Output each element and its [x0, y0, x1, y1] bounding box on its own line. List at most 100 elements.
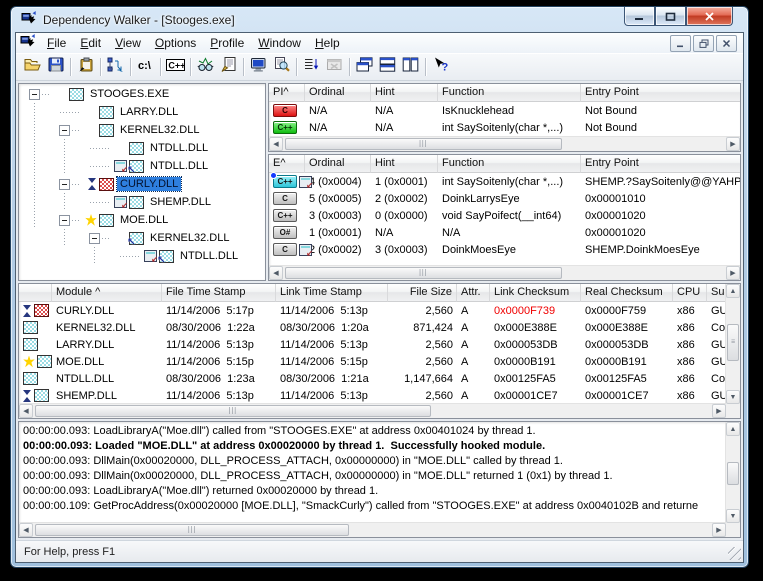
tree-item[interactable]: ↖KERNEL32.DLL	[20, 229, 264, 247]
column-header-module-[interactable]: Module ^	[52, 284, 162, 302]
modules-hscrollbar[interactable]: ◀ ||| ▶	[19, 403, 726, 418]
tree-item[interactable]: SHEMP.DLL	[20, 193, 264, 211]
toolbar-tile-vertical-button[interactable]	[399, 56, 422, 78]
column-header-pi-[interactable]: PI^	[269, 84, 305, 102]
tree-item-label[interactable]: NTDLL.DLL	[147, 141, 211, 155]
scroll-left-arrow[interactable]: ◀	[269, 137, 283, 151]
toolbar-copy-button[interactable]	[74, 56, 97, 78]
menu-item-file[interactable]: File	[40, 34, 73, 52]
tree-item[interactable]: LARRY.DLL	[20, 103, 264, 121]
exports-hscrollbar[interactable]: ◀ ||| ▶	[269, 265, 740, 280]
toolbar-save-button[interactable]	[44, 56, 67, 78]
table-row[interactable]: C2 (0x0002)3 (0x0003)DoinkMoesEyeSHEMP.D…	[269, 241, 740, 258]
scroll-down-arrow[interactable]: ▼	[726, 390, 740, 404]
column-header-ordinal[interactable]: Ordinal	[305, 155, 371, 173]
menu-item-edit[interactable]: Edit	[73, 34, 108, 52]
column-header-attr-[interactable]: Attr.	[457, 284, 490, 302]
table-row[interactable]: C++4 (0x0004)1 (0x0001)int SaySoitenly(c…	[269, 173, 740, 190]
scroll-up-arrow[interactable]: ▲	[726, 284, 740, 298]
log-line[interactable]: 00:00:00.093: LoadLibraryA("Moe.dll") re…	[20, 484, 725, 499]
column-header-cpu[interactable]: CPU	[673, 284, 707, 302]
scroll-right-arrow[interactable]: ▶	[712, 404, 726, 418]
toolbar-cascade-windows-button[interactable]	[353, 56, 376, 78]
tree-item-label[interactable]: STOOGES.EXE	[87, 87, 172, 101]
table-row[interactable]: MOE.DLL11/14/2006 5:15p11/14/2006 5:15p2…	[19, 353, 726, 370]
column-header-function[interactable]: Function	[438, 84, 581, 102]
menu-item-profile[interactable]: Profile	[203, 34, 251, 52]
log-line[interactable]: 00:00:00.093: DllMain(0x00020000, DLL_PR…	[20, 469, 725, 484]
column-header-link-time-stamp[interactable]: Link Time Stamp	[276, 284, 388, 302]
parent-imports-hscrollbar[interactable]: ◀ ||| ▶	[269, 136, 740, 151]
tree-item-label[interactable]: KERNEL32.DLL	[117, 123, 203, 137]
tree-collapse-box[interactable]	[59, 179, 70, 190]
tree-item[interactable]: MOE.DLL	[20, 211, 264, 229]
resize-grip[interactable]	[728, 547, 741, 560]
log-line[interactable]: 00:00:00.109: GetProcAddress(0x00020000 …	[20, 499, 725, 514]
log-line[interactable]: 00:00:00.093: DllMain(0x00020000, DLL_PR…	[20, 454, 725, 469]
tree-item[interactable]: STOOGES.EXE	[20, 85, 264, 103]
menu-item-help[interactable]: Help	[308, 34, 347, 52]
column-header-function[interactable]: Function	[438, 155, 581, 173]
column-header-hint[interactable]: Hint	[371, 84, 438, 102]
toolbar-context-help-button[interactable]: ?	[429, 56, 452, 78]
scroll-thumb[interactable]: ≡	[727, 324, 739, 361]
scroll-thumb[interactable]: |||	[35, 405, 431, 417]
table-row[interactable]: LARRY.DLL11/14/2006 5:13p11/14/2006 5:13…	[19, 336, 726, 353]
menu-item-window[interactable]: Window	[251, 34, 308, 52]
tree-item-label[interactable]: CURLY.DLL	[117, 177, 181, 191]
log-line[interactable]: 00:00:00.093: Loaded "MOE.DLL" at addres…	[20, 439, 725, 454]
table-row[interactable]: KERNEL32.DLL08/30/2006 1:22a08/30/2006 1…	[19, 319, 726, 336]
column-header-file-time-stamp[interactable]: File Time Stamp	[162, 284, 276, 302]
scroll-thumb[interactable]: |||	[35, 524, 349, 536]
column-header-hint[interactable]: Hint	[371, 155, 438, 173]
column-header-real-checksum[interactable]: Real Checksum	[581, 284, 673, 302]
table-row[interactable]: SHEMP.DLL11/14/2006 5:13p11/14/2006 5:13…	[19, 387, 726, 404]
table-row[interactable]: NTDLL.DLL08/30/2006 1:23a08/30/2006 1:21…	[19, 370, 726, 387]
column-header-entry-point[interactable]: Entry Point	[581, 84, 741, 102]
scroll-thumb[interactable]: |||	[285, 138, 562, 150]
toolbar-tile-horizontal-button[interactable]	[376, 56, 399, 78]
scroll-left-arrow[interactable]: ◀	[19, 404, 33, 418]
tree-collapse-box[interactable]	[59, 215, 70, 226]
toolbar-open-file-button[interactable]	[21, 56, 44, 78]
tree-item-label[interactable]: MOE.DLL	[117, 213, 171, 227]
toolbar-system-info-button[interactable]	[194, 56, 217, 78]
close-button[interactable]	[686, 7, 733, 26]
column-header-link-checksum[interactable]: Link Checksum	[490, 284, 581, 302]
minimize-button[interactable]	[624, 7, 655, 26]
table-row[interactable]: C++N/AN/Aint SaySoitenly(char *,...)Not …	[269, 119, 740, 136]
mdi-minimize-button[interactable]	[670, 35, 691, 52]
toolbar-undecorate-button[interactable]: C++	[164, 56, 187, 78]
column-header-entry-point[interactable]: Entry Point	[581, 155, 741, 173]
tree-item-label[interactable]: KERNEL32.DLL	[147, 231, 233, 245]
toolbar-auto-expand-button[interactable]	[104, 56, 127, 78]
scroll-thumb[interactable]: |||	[285, 267, 562, 279]
log-vscrollbar[interactable]: ▲ ▼	[725, 422, 740, 523]
toolbar-sort-button[interactable]	[300, 56, 323, 78]
maximize-button[interactable]	[655, 7, 686, 26]
menu-item-view[interactable]: View	[108, 34, 148, 52]
table-row[interactable]: CN/AN/AIsKnuckleheadNot Bound	[269, 102, 740, 119]
toolbar-search-button[interactable]	[270, 56, 293, 78]
tree-item-label[interactable]: SHEMP.DLL	[147, 195, 214, 209]
menu-item-options[interactable]: Options	[148, 34, 203, 52]
table-row[interactable]: O#1 (0x0001)N/AN/A0x00001020	[269, 224, 740, 241]
tree-item-label[interactable]: NTDLL.DLL	[177, 249, 241, 263]
tree-item[interactable]: CURLY.DLL	[20, 175, 264, 193]
tree-item[interactable]: ↖NTDLL.DLL	[20, 247, 264, 265]
modules-vscrollbar[interactable]: ▲ ≡ ▼	[725, 284, 740, 404]
column-header-icon[interactable]	[19, 284, 52, 302]
log-hscrollbar[interactable]: ◀ ||| ▶	[19, 522, 726, 537]
tree-item[interactable]: NTDLL.DLL	[20, 139, 264, 157]
tree-item[interactable]: ↖NTDLL.DLL	[20, 157, 264, 175]
column-header-e-[interactable]: E^	[269, 155, 305, 173]
scroll-down-arrow[interactable]: ▼	[726, 509, 740, 523]
column-header-file-size[interactable]: File Size	[388, 284, 457, 302]
scroll-thumb[interactable]	[727, 462, 739, 486]
toolbar-console-button[interactable]	[247, 56, 270, 78]
tree-collapse-box[interactable]	[89, 233, 100, 244]
scroll-right-arrow[interactable]: ▶	[712, 523, 726, 537]
scroll-up-arrow[interactable]: ▲	[726, 422, 740, 436]
toolbar-full-paths-button[interactable]: c:\	[134, 56, 157, 78]
log-line[interactable]: 00:00:00.093: LoadLibraryA("Moe.dll") ca…	[20, 424, 725, 439]
